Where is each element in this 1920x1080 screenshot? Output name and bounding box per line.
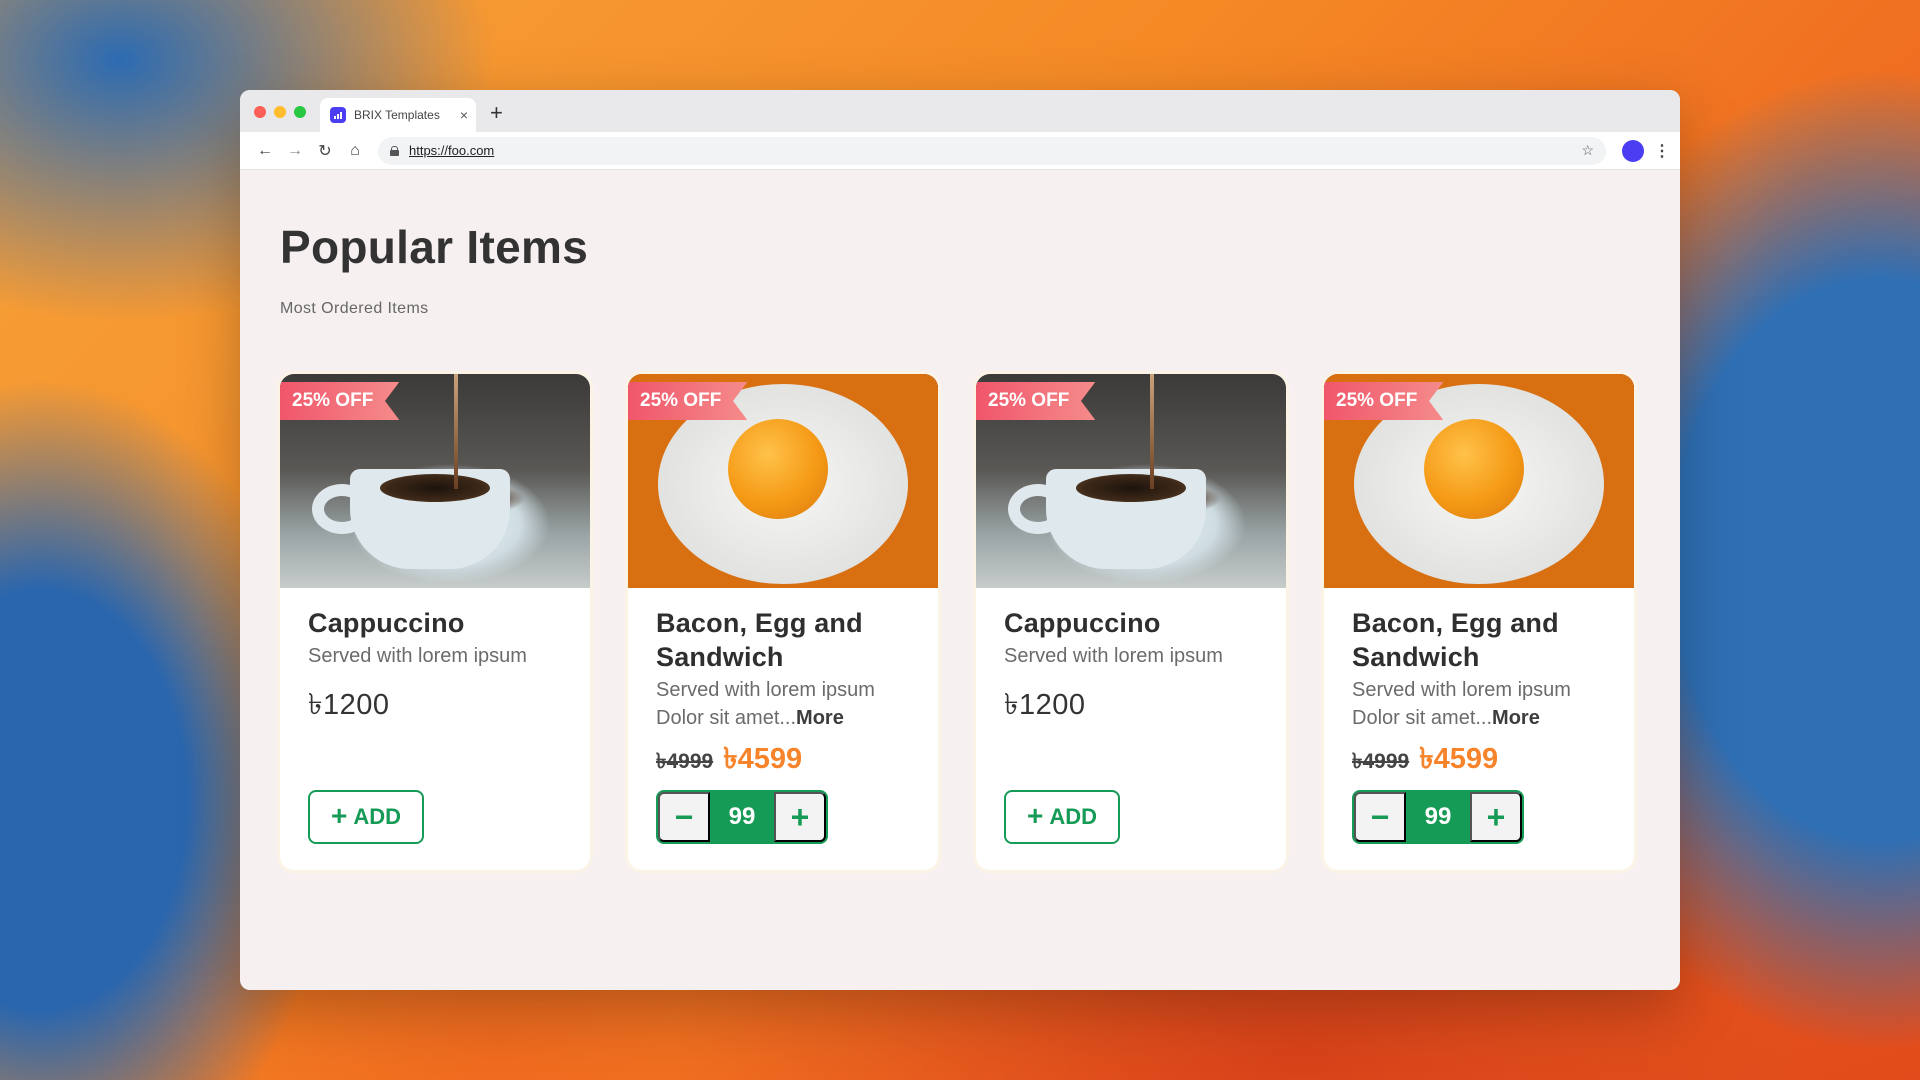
- profile-avatar-icon[interactable]: [1622, 139, 1644, 162]
- home-icon[interactable]: ⌂: [340, 142, 370, 160]
- discounted-price: ৳4599: [1419, 743, 1499, 775]
- add-button-label: ADD: [1049, 804, 1098, 829]
- new-tab-button[interactable]: +: [490, 100, 503, 126]
- url-text[interactable]: https://foo.com: [409, 143, 1581, 158]
- quantity-stepper[interactable]: − 99 +: [656, 790, 828, 844]
- brix-favicon-icon: [330, 107, 346, 123]
- browser-window: BRIX Templates × + ← → ↻ ⌂ https://foo.c…: [240, 90, 1680, 990]
- increase-quantity-button[interactable]: +: [1470, 792, 1522, 842]
- minimize-window-button[interactable]: [274, 106, 286, 118]
- item-name: Cappuccino: [308, 608, 465, 638]
- page-subtitle: Most Ordered Items: [280, 300, 429, 317]
- discount-badge: 25% OFF: [280, 382, 400, 420]
- product-card[interactable]: 25% OFF Cappuccino Served with lorem ips…: [976, 374, 1286, 870]
- plus-icon: +: [1026, 800, 1044, 831]
- price-row: ৳4999 ৳4599: [656, 736, 910, 785]
- discount-badge: 25% OFF: [976, 382, 1096, 420]
- item-name: Bacon, Egg and Sandwich: [1352, 608, 1559, 672]
- quantity-stepper[interactable]: − 99 +: [1352, 790, 1524, 844]
- discount-badge: 25% OFF: [628, 382, 748, 420]
- price-row: ৳4999 ৳4599: [1352, 736, 1606, 785]
- discount-badge: 25% OFF: [1324, 382, 1444, 420]
- tab-strip: BRIX Templates × +: [240, 90, 1680, 132]
- bookmark-star-icon[interactable]: ☆: [1581, 142, 1594, 159]
- egg-sandwich-image: 25% OFF: [1324, 374, 1634, 588]
- item-name: Bacon, Egg and Sandwich: [656, 608, 863, 672]
- lock-icon[interactable]: [390, 145, 399, 156]
- more-link[interactable]: More: [1492, 707, 1540, 729]
- window-controls: [254, 106, 306, 118]
- product-card[interactable]: 25% OFF Bacon, Egg and Sandwich Served w…: [1324, 374, 1634, 870]
- add-button[interactable]: + ADD: [1004, 790, 1120, 844]
- discounted-price: ৳4599: [723, 743, 803, 775]
- quantity-value: 99: [1424, 803, 1452, 830]
- original-price: ৳4999: [656, 750, 714, 773]
- item-description: Served with lorem ipsum: [1004, 645, 1223, 667]
- more-link[interactable]: More: [796, 707, 844, 729]
- item-price: ৳1200: [1004, 689, 1086, 721]
- popular-items-grid: 25% OFF Cappuccino Served with lorem ips…: [280, 374, 1634, 870]
- plus-icon: +: [330, 800, 348, 831]
- product-card[interactable]: 25% OFF Bacon, Egg and Sandwich Served w…: [628, 374, 938, 870]
- maximize-window-button[interactable]: [294, 106, 306, 118]
- browser-tab[interactable]: BRIX Templates ×: [320, 98, 476, 132]
- item-description: Served with lorem ipsum Dolor sit amet..…: [656, 679, 875, 729]
- forward-arrow-icon[interactable]: →: [280, 142, 310, 160]
- tab-title: BRIX Templates: [354, 108, 440, 122]
- item-name: Cappuccino: [1004, 608, 1161, 638]
- increase-quantity-button[interactable]: +: [774, 792, 826, 842]
- reload-icon[interactable]: ↻: [310, 141, 340, 161]
- item-description: Served with lorem ipsum Dolor sit amet..…: [1352, 679, 1571, 729]
- item-price: ৳1200: [308, 689, 390, 721]
- page-content: Popular Items Most Ordered Items 25% OFF…: [240, 220, 1680, 870]
- item-description: Served with lorem ipsum: [308, 645, 527, 667]
- decrease-quantity-button[interactable]: −: [658, 792, 710, 842]
- coffee-image: 25% OFF: [976, 374, 1286, 588]
- add-button-label: ADD: [353, 804, 402, 829]
- tab-close-icon[interactable]: ×: [460, 107, 468, 123]
- coffee-image: 25% OFF: [280, 374, 590, 588]
- decrease-quantity-button[interactable]: −: [1354, 792, 1406, 842]
- product-card[interactable]: 25% OFF Cappuccino Served with lorem ips…: [280, 374, 590, 870]
- page-title: Popular Items: [280, 221, 589, 273]
- browser-menu-icon[interactable]: ⋮: [1654, 141, 1670, 161]
- egg-sandwich-image: 25% OFF: [628, 374, 938, 588]
- close-window-button[interactable]: [254, 106, 266, 118]
- original-price: ৳4999: [1352, 750, 1410, 773]
- address-bar[interactable]: https://foo.com ☆: [378, 136, 1606, 165]
- quantity-value: 99: [728, 803, 756, 830]
- back-arrow-icon[interactable]: ←: [250, 142, 280, 160]
- browser-toolbar: ← → ↻ ⌂ https://foo.com ☆ ⋮: [240, 132, 1680, 170]
- add-button[interactable]: + ADD: [308, 790, 424, 844]
